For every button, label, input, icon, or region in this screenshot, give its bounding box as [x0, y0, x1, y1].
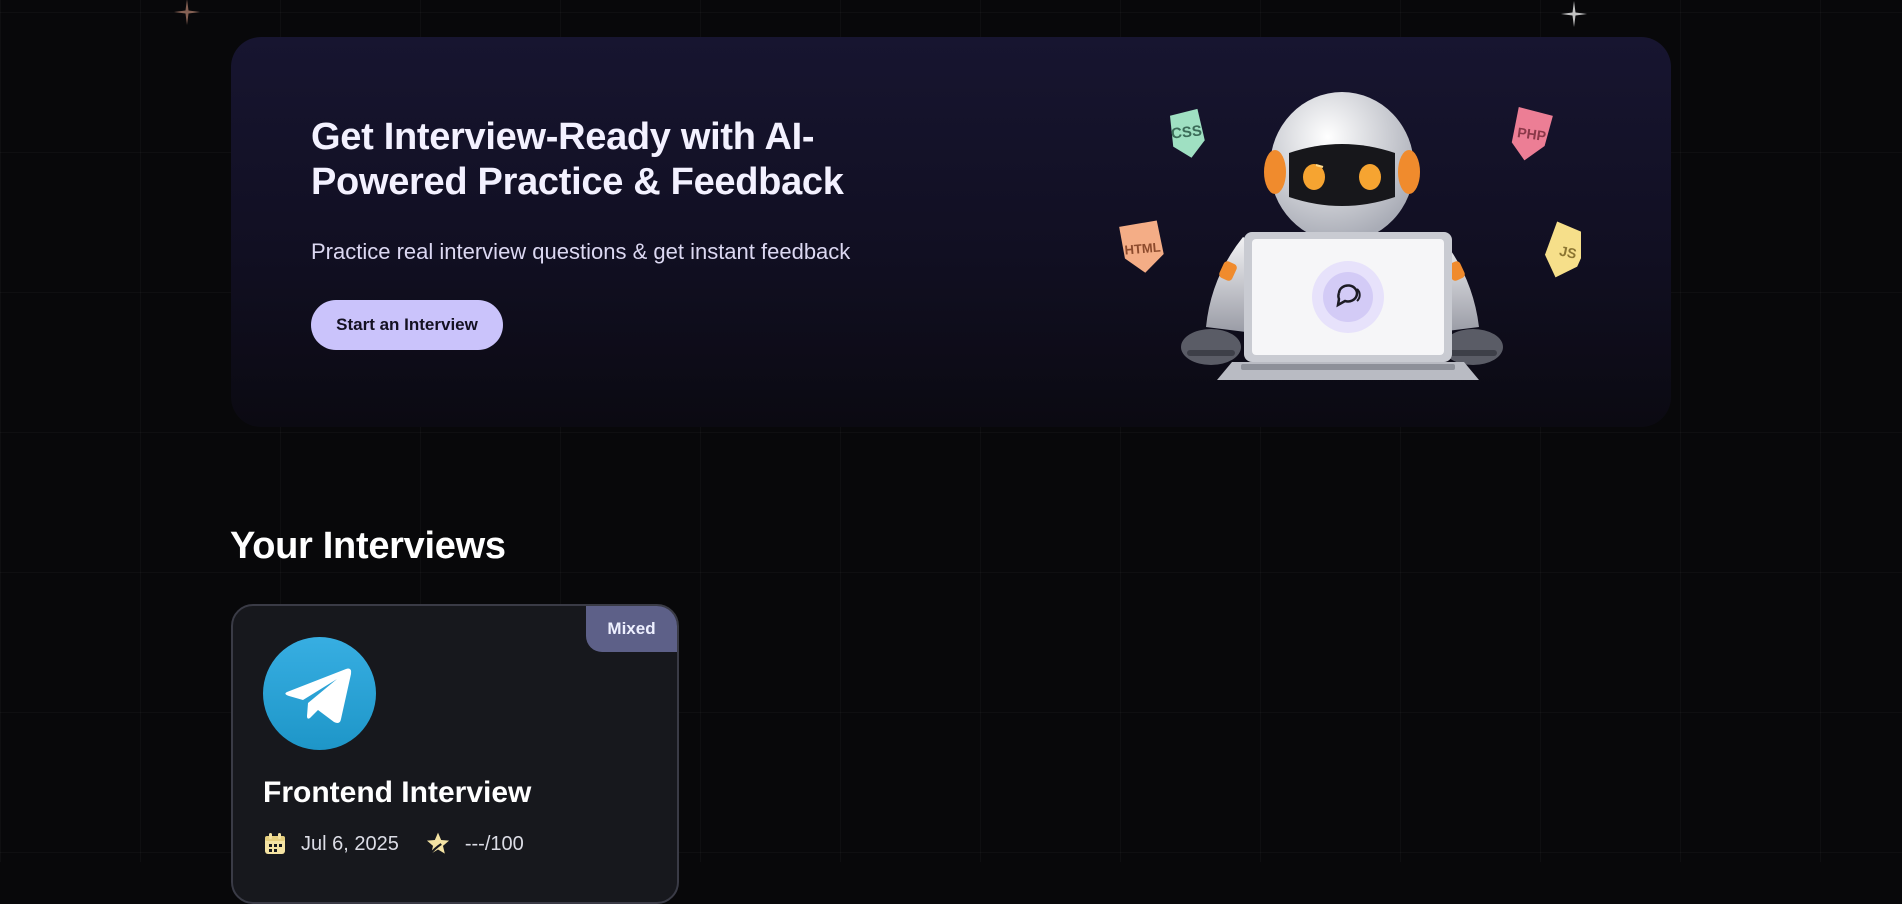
interview-date-value: Jul 6, 2025 — [301, 832, 399, 855]
start-interview-button[interactable]: Start an Interview — [311, 300, 503, 350]
interview-score-value: ---/100 — [464, 832, 524, 855]
svg-text:HTML: HTML — [1124, 239, 1161, 257]
svg-text:CSS: CSS — [1170, 122, 1202, 142]
telegram-icon — [263, 637, 376, 750]
badge-html: HTML — [1119, 220, 1164, 273]
sparkle-icon — [174, 0, 200, 25]
interview-score: ---/100 — [425, 831, 524, 857]
badge-css: CSS — [1169, 108, 1205, 158]
badge-php: PHP — [1511, 107, 1553, 161]
interview-date: Jul 6, 2025 — [263, 832, 399, 856]
hero-subtitle: Practice real interview questions & get … — [311, 239, 851, 264]
robot-laptop-illustration: CSS PHP HTML JS — [1119, 92, 1581, 380]
hero-title: Get Interview-Ready with AI-Powered Prac… — [311, 116, 844, 203]
section-title: Your Interviews — [230, 525, 506, 567]
star-icon — [426, 832, 449, 856]
hero-banner: Get Interview-Ready with AI-Powered Prac… — [231, 37, 1671, 427]
interview-card[interactable]: Mixed Frontend Interview Jul 6, 2025 ---… — [231, 604, 679, 904]
interview-type-badge: Mixed — [586, 606, 677, 652]
sparkle-icon — [1561, 1, 1587, 27]
interview-title: Frontend Interview — [263, 776, 532, 809]
calendar-icon — [265, 833, 285, 854]
interview-meta: Jul 6, 2025 ---/100 — [263, 831, 524, 857]
badge-js: JS — [1544, 221, 1581, 278]
